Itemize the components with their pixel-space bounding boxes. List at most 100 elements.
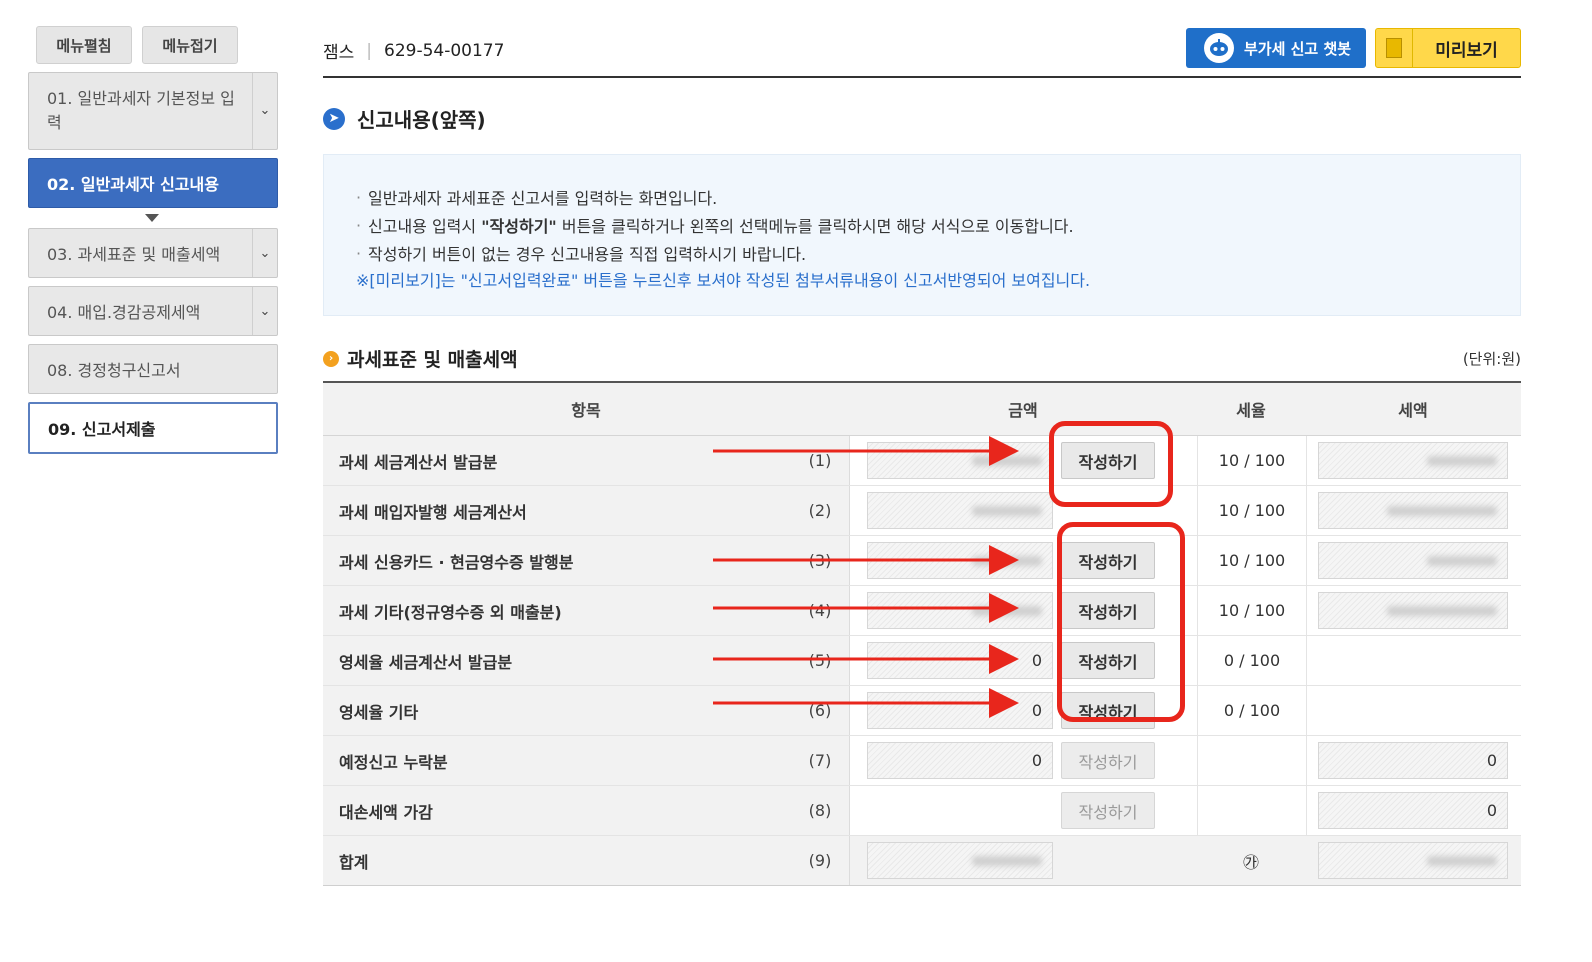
tax-field[interactable] <box>1318 442 1508 479</box>
separator: | <box>366 40 373 61</box>
table-row: 과세 신용카드 · 현금영수증 발행분 (3) 작성하기 10 / 100 <box>323 536 1521 586</box>
table-section-title-text: 과세표준 및 매출세액 <box>347 349 518 371</box>
row-label: 합계 <box>323 836 791 885</box>
chevron-down-icon[interactable]: ⌄ <box>252 73 277 149</box>
row-number: (7) <box>791 736 850 785</box>
company-name: 잼스 <box>323 43 355 63</box>
table-row: 대손세액 가감 (8) 작성하기 0 <box>323 786 1521 836</box>
header-rate: 세율 <box>1236 401 1266 420</box>
menu-expand-button[interactable]: 메뉴펼침 <box>36 26 132 64</box>
tax-field[interactable] <box>1318 492 1508 529</box>
sidebar-item-tax-base[interactable]: 03. 과세표준 및 매출세액 ⌄ <box>28 228 278 278</box>
chevron-down-icon[interactable]: ⌄ <box>252 287 277 335</box>
header-item: 항목 <box>571 401 601 420</box>
highlight-box <box>1057 522 1185 722</box>
amount-field[interactable] <box>867 542 1053 579</box>
tax-rate: 10 / 100 <box>1197 486 1307 535</box>
highlight-box <box>1049 421 1173 507</box>
section-title-text: 신고내용(앞쪽) <box>357 108 486 132</box>
info-line: · 작성하기 버튼이 없는 경우 신고내용을 직접 입력하시기 바랍니다. <box>356 239 1520 267</box>
row-label: 대손세액 가감 <box>323 786 791 835</box>
sidebar-item-label: 02. 일반과세자 신고내용 <box>47 175 219 194</box>
table-row: 과세 세금계산서 발급분 (1) 작성하기 10 / 100 <box>323 436 1521 486</box>
row-number: (5) <box>791 636 850 685</box>
document-icon <box>1376 29 1413 67</box>
tax-rate: 10 / 100 <box>1197 536 1307 585</box>
chevron-down-icon[interactable]: ⌄ <box>252 229 277 277</box>
row-label: 과세 기타(정규영수증 외 매출분) <box>323 586 791 635</box>
amount-field[interactable]: 0 <box>867 692 1053 729</box>
info-text-rich: 신고내용 입력시 "작성하기" 버튼을 클릭하거나 왼쪽의 선택메뉴를 클릭하시… <box>368 217 1074 236</box>
row-label: 영세율 세금계산서 발급분 <box>323 636 791 685</box>
sidebar-item-label: 01. 일반과세자 기본정보 입력 <box>47 89 235 132</box>
amount-field[interactable] <box>867 592 1053 629</box>
row-number: (9) <box>791 836 850 885</box>
section-title: ➤ 신고내용(앞쪽) <box>323 104 486 133</box>
sidebar: 메뉴펼침 메뉴접기 01. 일반과세자 기본정보 입력 ⌄ 02. 일반과세자 … <box>28 26 278 462</box>
menu-toggles: 메뉴펼침 메뉴접기 <box>36 26 278 64</box>
chatbot-label: 부가세 신고 챗봇 <box>1244 39 1352 58</box>
sidebar-item-basic-info[interactable]: 01. 일반과세자 기본정보 입력 ⌄ <box>28 72 278 150</box>
current-step-arrow-icon <box>145 214 159 222</box>
tax-total-field <box>1318 842 1508 879</box>
business-number: 629-54-00177 <box>384 40 505 61</box>
tax-field[interactable]: 0 <box>1318 742 1508 779</box>
row-number: (2) <box>791 486 850 535</box>
row-number: (3) <box>791 536 850 585</box>
tax-rate: 10 / 100 <box>1197 436 1307 485</box>
row-number: (1) <box>791 436 850 485</box>
amount-field[interactable]: 0 <box>867 742 1053 779</box>
amount-field[interactable]: 0 <box>867 642 1053 679</box>
amount-field[interactable] <box>867 492 1053 529</box>
table-row: 과세 매입자발행 세금계산서 (2) 10 / 100 <box>323 486 1521 536</box>
tax-field[interactable] <box>1318 592 1508 629</box>
preview-label: 미리보기 <box>1435 40 1498 61</box>
header-tax: 세액 <box>1398 401 1428 420</box>
sidebar-item-purchase-deduction[interactable]: 04. 매입.경감공제세액 ⌄ <box>28 286 278 336</box>
info-note: ※[미리보기]는 "신고서입력완료" 버튼을 누르신후 보셔야 작성된 첨부서류… <box>356 271 1091 290</box>
tax-field[interactable] <box>1318 542 1508 579</box>
table-header: 항목 금액 세율 세액 <box>323 383 1521 436</box>
business-info: 잼스 | 629-54-00177 <box>323 38 505 64</box>
row-label: 과세 신용카드 · 현금영수증 발행분 <box>323 536 791 585</box>
row-label: 과세 세금계산서 발급분 <box>323 436 791 485</box>
arrow-right-circle-icon: › <box>323 350 339 367</box>
table-row-total: 합계 (9) ㉮ <box>323 836 1521 886</box>
table-row: 과세 기타(정규영수증 외 매출분) (4) 작성하기 10 / 100 <box>323 586 1521 636</box>
info-box: · 일반과세자 과세표준 신고서를 입력하는 화면입니다. · 신고내용 입력시 "… <box>323 154 1521 316</box>
sidebar-item-label: 03. 과세표준 및 매출세액 <box>47 245 221 264</box>
tax-rate: 0 / 100 <box>1197 686 1307 735</box>
unit-label: (단위:원) <box>1462 350 1521 368</box>
table-row: 영세율 세금계산서 발급분 (5) 0 작성하기 0 / 100 <box>323 636 1521 686</box>
sidebar-item-correction-claim[interactable]: 08. 경정청구신고서 <box>28 344 278 394</box>
amount-field[interactable] <box>867 442 1053 479</box>
sidebar-item-submit[interactable]: 09. 신고서제출 <box>28 402 278 454</box>
row-number: (8) <box>791 786 850 835</box>
tax-rate <box>1197 736 1307 785</box>
info-line: · 일반과세자 과세표준 신고서를 입력하는 화면입니다. <box>356 183 1520 211</box>
info-text: 일반과세자 과세표준 신고서를 입력하는 화면입니다. <box>368 189 718 208</box>
preview-button[interactable]: 미리보기 <box>1375 28 1521 68</box>
table-section-title: › 과세표준 및 매출세액 <box>323 345 518 372</box>
header: 잼스 | 629-54-00177 부가세 신고 챗봇 미리보기 <box>323 26 1521 78</box>
tax-rate <box>1197 786 1307 835</box>
tax-rate: 10 / 100 <box>1197 586 1307 635</box>
table-row: 예정신고 누락분 (7) 0 작성하기 0 <box>323 736 1521 786</box>
tax-rate: 0 / 100 <box>1197 636 1307 685</box>
write-button-disabled: 작성하기 <box>1061 742 1155 779</box>
tax-field[interactable]: 0 <box>1318 792 1508 829</box>
tax-table: 항목 금액 세율 세액 과세 세금계산서 발급분 (1) 작성하기 10 / 1… <box>323 381 1521 886</box>
chatbot-icon <box>1204 33 1234 63</box>
arrow-right-circle-icon: ➤ <box>323 107 345 130</box>
info-text: 작성하기 버튼이 없는 경우 신고내용을 직접 입력하시기 바랍니다. <box>368 245 807 264</box>
sidebar-item-label: 09. 신고서제출 <box>48 420 156 439</box>
amount-total-field <box>867 842 1053 879</box>
menu-collapse-button[interactable]: 메뉴접기 <box>142 26 238 64</box>
row-label: 영세율 기타 <box>323 686 791 735</box>
sidebar-item-report-content[interactable]: 02. 일반과세자 신고내용 <box>28 158 278 208</box>
row-number: (4) <box>791 586 850 635</box>
chatbot-button[interactable]: 부가세 신고 챗봇 <box>1186 28 1366 68</box>
sidebar-item-label: 08. 경정청구신고서 <box>47 361 181 380</box>
table-row: 영세율 기타 (6) 0 작성하기 0 / 100 <box>323 686 1521 736</box>
row-label: 예정신고 누락분 <box>323 736 791 785</box>
